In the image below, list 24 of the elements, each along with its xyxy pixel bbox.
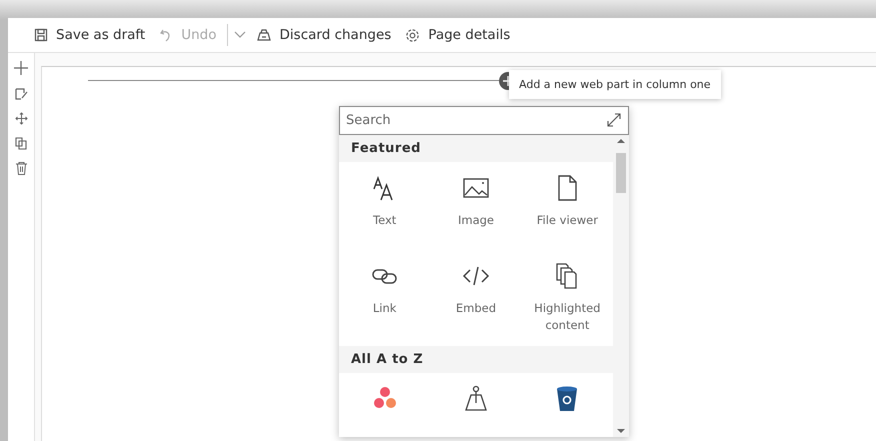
chevron-down-icon[interactable] <box>234 31 246 39</box>
edit-icon[interactable] <box>14 87 28 100</box>
section-heading: Featured <box>339 135 613 162</box>
web-part-tile[interactable]: Image <box>430 166 522 254</box>
scrollbar[interactable] <box>613 135 629 437</box>
add-icon[interactable] <box>14 61 28 75</box>
expand-icon[interactable] <box>607 113 621 127</box>
web-part-tile[interactable]: File viewer <box>522 166 613 254</box>
delete-icon[interactable] <box>16 162 26 175</box>
web-part-tile[interactable]: Link <box>339 254 430 342</box>
page-details-button[interactable]: Page details <box>401 21 514 49</box>
web-part-tile[interactable]: Embed <box>430 254 522 342</box>
section-heading: All A to Z <box>339 346 613 373</box>
web-part-tile[interactable]: Highlighted content <box>522 254 613 342</box>
bag-icon <box>256 28 272 42</box>
gear-icon <box>405 28 420 42</box>
save-icon <box>34 28 48 42</box>
save-draft-button[interactable]: Save as draft <box>30 21 150 49</box>
copy-icon[interactable] <box>15 137 27 150</box>
move-icon[interactable] <box>14 112 28 125</box>
search-field[interactable]: Search <box>339 106 629 135</box>
tooltip: Add a new web part in column one <box>509 70 721 99</box>
discard-button[interactable]: Discard changes <box>252 21 396 49</box>
web-part-tile[interactable]: Text <box>339 166 430 254</box>
